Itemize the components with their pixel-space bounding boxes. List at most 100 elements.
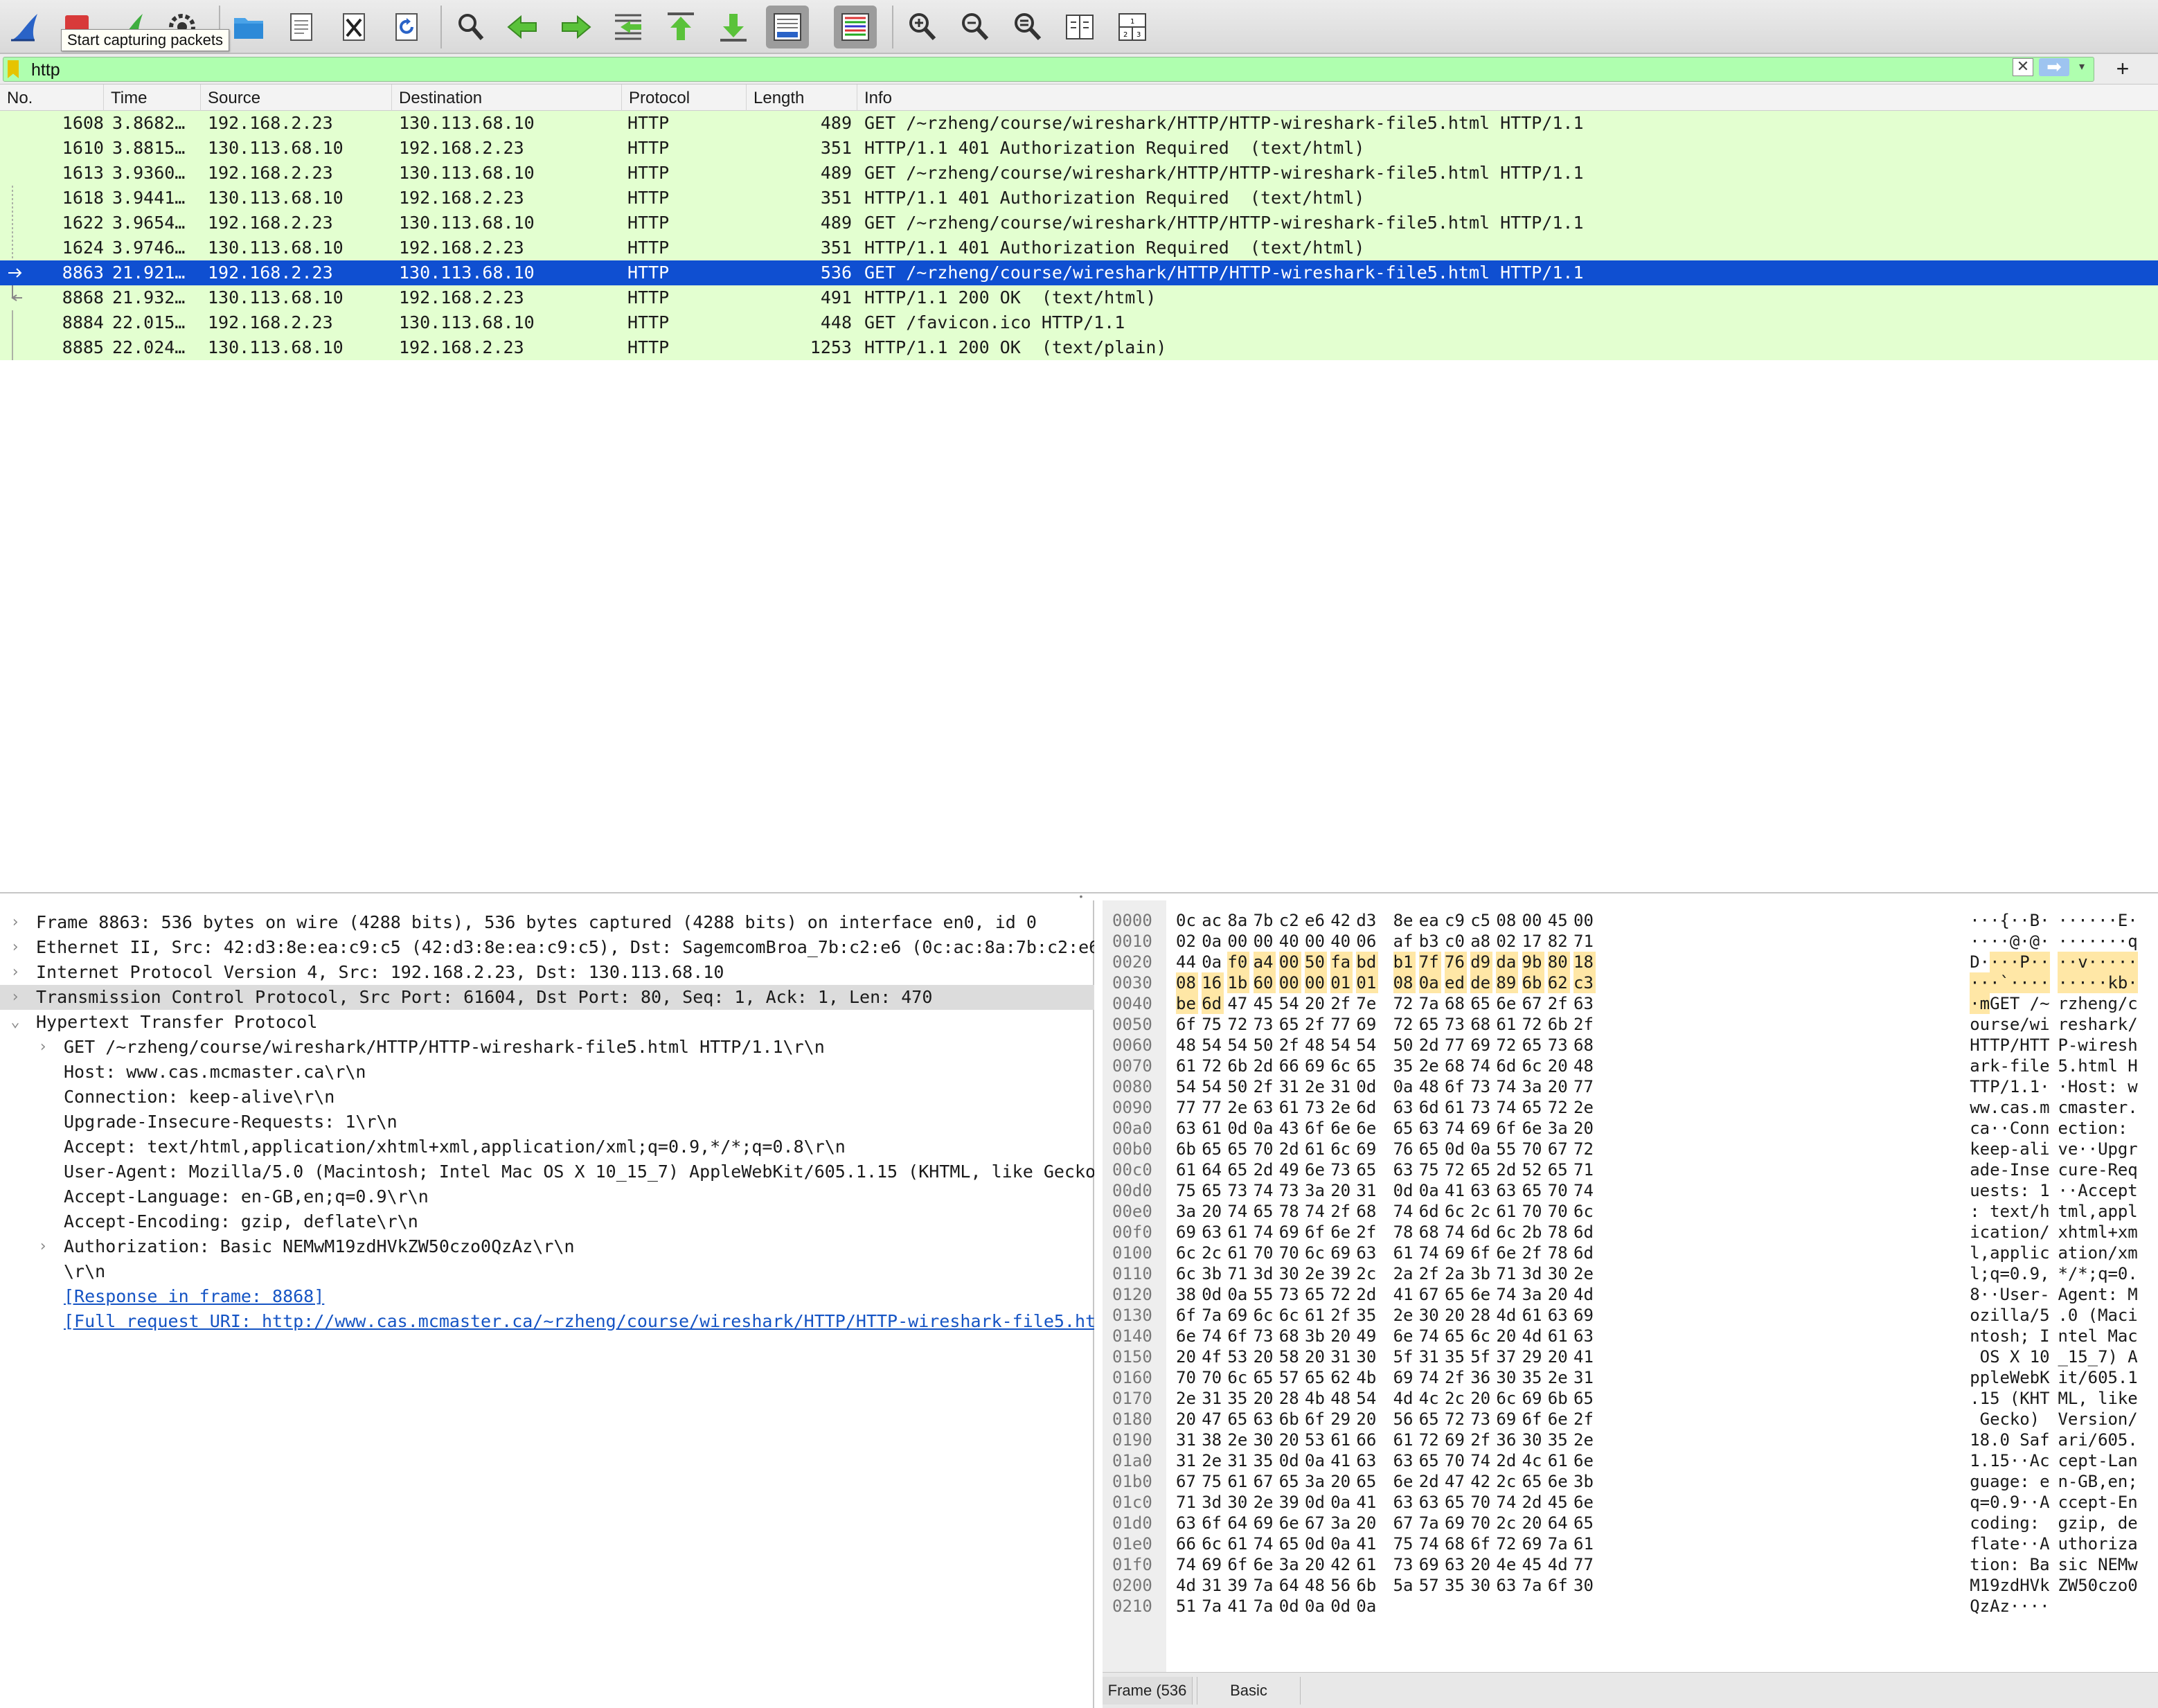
hex-byte[interactable]: 65 bbox=[1305, 1284, 1327, 1305]
ascii-byte[interactable]: L bbox=[2068, 1388, 2078, 1409]
detail-row[interactable]: › Authorization: Basic NEMwM19zdHVkZW50cz… bbox=[0, 1234, 1094, 1259]
ascii-byte[interactable]: . bbox=[1999, 1492, 2010, 1513]
ascii-byte[interactable]: n bbox=[2107, 1118, 2118, 1139]
ascii-byte[interactable]: s bbox=[1999, 1326, 2010, 1346]
hex-byte[interactable]: 2d bbox=[1356, 1284, 1378, 1305]
ascii-byte[interactable]: a bbox=[1970, 1159, 1980, 1180]
ascii-byte[interactable]: ` bbox=[1999, 972, 2010, 993]
ascii-byte[interactable]: h bbox=[2087, 1014, 2098, 1035]
ascii-byte[interactable]: 1 bbox=[2010, 1076, 2020, 1097]
ascii-byte[interactable]: Z bbox=[2058, 1575, 2068, 1596]
ascii-byte[interactable]: g bbox=[2058, 1513, 2068, 1533]
ascii-byte[interactable]: · bbox=[2029, 952, 2040, 972]
ascii-byte[interactable]: t bbox=[2098, 1076, 2108, 1097]
ascii-byte[interactable]: t bbox=[2078, 1222, 2088, 1243]
ascii-byte[interactable]: · bbox=[2019, 1533, 2030, 1554]
hex-byte[interactable]: 51 bbox=[1176, 1596, 1198, 1617]
ascii-byte[interactable]: @ bbox=[2010, 931, 2020, 952]
ascii-byte[interactable]: i bbox=[2098, 1409, 2108, 1430]
hex-byte[interactable]: 36 bbox=[1496, 1430, 1518, 1450]
hex-byte[interactable]: 67 bbox=[1548, 1139, 1570, 1159]
detail-row[interactable]: User-Agent: Mozilla/5.0 (Macintosh; Inte… bbox=[0, 1159, 1094, 1184]
hex-byte[interactable]: 20 bbox=[1573, 1118, 1596, 1139]
hex-byte[interactable]: 74 bbox=[1254, 1222, 1276, 1243]
packet-row[interactable]: 1613 3.9360… 192.168.2.23 130.113.68.10 HTTP… bbox=[0, 161, 2158, 186]
hex-byte[interactable]: c3 bbox=[1573, 972, 1596, 993]
ascii-byte[interactable]: · bbox=[2087, 952, 2098, 972]
hex-byte[interactable]: 31 bbox=[1573, 1367, 1596, 1388]
hex-byte[interactable]: 6e bbox=[1470, 1284, 1492, 1305]
ascii-byte[interactable]: g bbox=[2107, 993, 2118, 1014]
hex-byte[interactable]: 53 bbox=[1227, 1346, 1249, 1367]
ascii-byte[interactable]: 1 bbox=[2029, 1076, 2040, 1097]
ascii-byte[interactable]: B bbox=[2029, 1554, 2040, 1575]
hex-byte[interactable]: 30 bbox=[1356, 1346, 1378, 1367]
hex-byte[interactable]: 63 bbox=[1176, 1118, 1198, 1139]
hex-byte[interactable]: 6e bbox=[1548, 1409, 1570, 1430]
ascii-byte[interactable]: M bbox=[2107, 1326, 2118, 1346]
ascii-byte[interactable]: f bbox=[2010, 1056, 2020, 1076]
ascii-byte[interactable]: n bbox=[2019, 1159, 2030, 1180]
ascii-byte[interactable]: 0 bbox=[2107, 1430, 2118, 1450]
ascii-byte[interactable] bbox=[2040, 1409, 2050, 1430]
ascii-byte[interactable]: ( bbox=[2010, 1388, 2020, 1409]
ascii-byte[interactable]: _ bbox=[2087, 1346, 2098, 1367]
hex-byte[interactable]: 61 bbox=[1227, 1533, 1249, 1554]
ascii-byte[interactable]: · bbox=[2058, 972, 2069, 993]
ascii-byte[interactable]: S bbox=[2019, 1430, 2030, 1450]
hex-byte[interactable]: 45 bbox=[1548, 1492, 1570, 1513]
ascii-byte[interactable]: z bbox=[2107, 1575, 2118, 1596]
ascii-byte[interactable]: - bbox=[1999, 1056, 2010, 1076]
hex-byte[interactable]: 0d bbox=[1279, 1596, 1301, 1617]
packet-list[interactable]: No. Time Source Destination Protocol Len… bbox=[0, 84, 2158, 893]
hex-byte[interactable]: 63 bbox=[1356, 1243, 1378, 1263]
hex-byte[interactable]: 6e bbox=[1393, 1471, 1416, 1492]
hex-byte[interactable]: 62 bbox=[1330, 1367, 1353, 1388]
hex-byte[interactable]: 0a bbox=[1330, 1492, 1353, 1513]
ascii-byte[interactable]: · bbox=[1999, 931, 2010, 952]
ascii-byte[interactable]: = bbox=[1979, 1492, 1990, 1513]
ascii-byte[interactable]: · bbox=[2029, 972, 2040, 993]
hex-byte[interactable]: 28 bbox=[1279, 1388, 1301, 1409]
ascii-byte[interactable]: o bbox=[1970, 1014, 1980, 1035]
ascii-byte[interactable]: 0 bbox=[1999, 1430, 2010, 1450]
ascii-byte[interactable]: q bbox=[1990, 1263, 2000, 1284]
hex-byte[interactable]: 67 bbox=[1522, 993, 1544, 1014]
hex-byte[interactable]: 6e bbox=[1279, 1513, 1301, 1533]
ascii-byte[interactable]: t bbox=[2087, 1056, 2098, 1076]
ascii-byte[interactable]: t bbox=[2068, 1367, 2078, 1388]
ascii-byte[interactable]: / bbox=[2087, 1430, 2098, 1450]
hex-byte[interactable]: de bbox=[1470, 972, 1493, 993]
ascii-byte[interactable]: M bbox=[2058, 1388, 2068, 1409]
ascii-byte[interactable]: k bbox=[1990, 1056, 2000, 1076]
hex-byte[interactable]: 49 bbox=[1279, 1159, 1301, 1180]
hex-byte[interactable]: a8 bbox=[1470, 931, 1492, 952]
ascii-byte[interactable] bbox=[1970, 1409, 1980, 1430]
ascii-byte[interactable]: T bbox=[1970, 1076, 1980, 1097]
hex-byte[interactable]: 4e bbox=[1496, 1554, 1518, 1575]
ascii-byte[interactable]: . bbox=[1990, 1430, 2000, 1450]
hex-byte[interactable]: 47 bbox=[1445, 1471, 1467, 1492]
ascii-byte[interactable]: o bbox=[2118, 1575, 2128, 1596]
ascii-byte[interactable]: · bbox=[1970, 931, 1980, 952]
ascii-byte[interactable]: . bbox=[1970, 1388, 1980, 1409]
hex-byte[interactable]: 65 bbox=[1254, 1201, 1276, 1222]
ascii-byte[interactable]: · bbox=[2107, 952, 2119, 972]
hex-byte[interactable]: 20 bbox=[1330, 1471, 1353, 1492]
ascii-byte[interactable] bbox=[2107, 1513, 2118, 1533]
ascii-byte[interactable] bbox=[1999, 1346, 2010, 1367]
hex-byte[interactable]: 30 bbox=[1419, 1305, 1441, 1326]
ascii-byte[interactable]: E bbox=[2118, 1492, 2128, 1513]
ascii-byte[interactable]: T bbox=[2040, 1388, 2050, 1409]
ascii-byte[interactable]: 1 bbox=[2040, 1180, 2050, 1201]
ascii-byte[interactable]: l bbox=[2019, 1243, 2030, 1263]
hex-byte[interactable]: 6d bbox=[1496, 1056, 1518, 1076]
ascii-byte[interactable]: n bbox=[2010, 1513, 2020, 1533]
ascii-byte[interactable]: p bbox=[2087, 1492, 2098, 1513]
hex-byte[interactable]: 65 bbox=[1470, 993, 1492, 1014]
ascii-byte[interactable]: · bbox=[2029, 1596, 2040, 1617]
colorize-icon[interactable] bbox=[834, 6, 877, 48]
hex-byte[interactable]: 31 bbox=[1202, 1388, 1224, 1409]
ascii-byte[interactable]: E bbox=[2107, 1554, 2118, 1575]
ascii-byte[interactable]: o bbox=[2087, 1533, 2098, 1554]
